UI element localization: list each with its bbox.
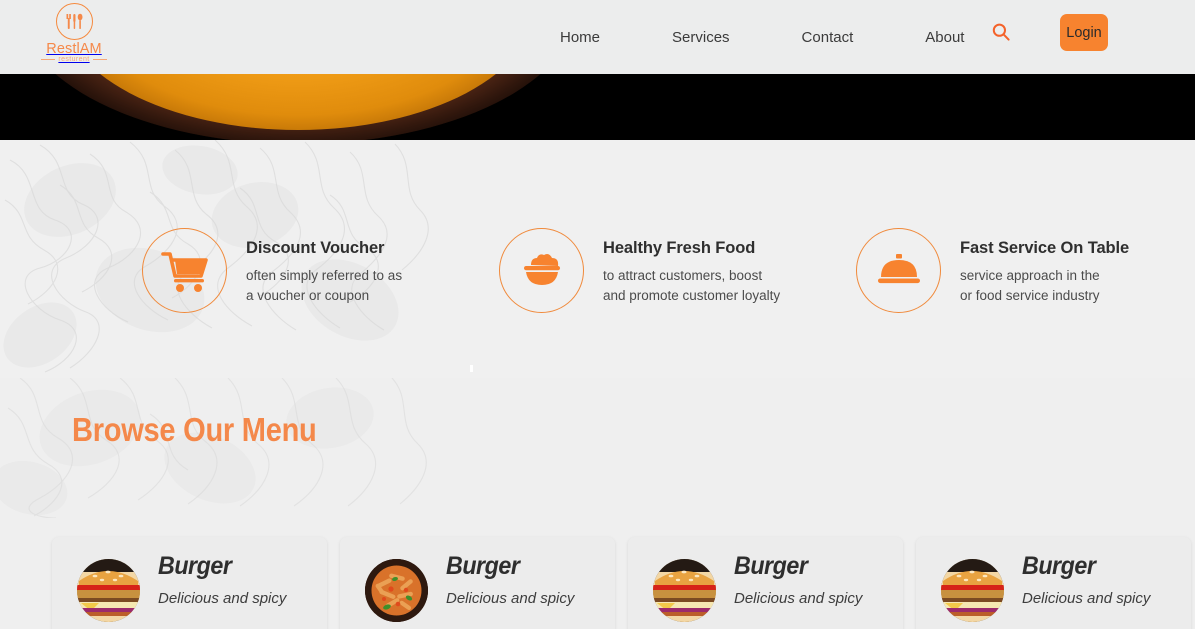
nav-item-home[interactable]: Home	[560, 29, 600, 46]
menu-card-description: Delicious and spicy	[734, 590, 863, 607]
menu-card-description: Delicious and spicy	[1022, 590, 1151, 607]
main-navigation: Home Services Contact About	[560, 0, 964, 74]
nav-item-about[interactable]: About	[925, 29, 964, 46]
feature-text-block: Healthy Fresh Food to attract customers,…	[603, 226, 780, 306]
features-section: Discount Voucher often simply referred t…	[0, 140, 1195, 378]
menu-card[interactable]: Burger Delicious and spicy	[52, 537, 327, 629]
burger-image	[941, 559, 1004, 622]
feature-card-discount-voucher[interactable]: Discount Voucher often simply referred t…	[142, 226, 402, 313]
hero-banner	[0, 74, 1195, 140]
utensils-icon	[55, 3, 93, 40]
menu-card-body: Burger Delicious and spicy	[158, 551, 286, 609]
menu-card-title: Burger	[1022, 552, 1096, 580]
feature-description-line1: service approach in the	[960, 268, 1100, 283]
menu-cards-row: Burger Delicious and spicy Burger Delici…	[0, 537, 1195, 629]
browse-menu-heading: Browse Our Menu	[72, 411, 317, 448]
menu-card-description: Delicious and spicy	[158, 590, 287, 607]
feature-title: Healthy Fresh Food	[603, 239, 756, 257]
logo-brand-name: RestlAM	[46, 41, 102, 57]
feature-divider	[470, 365, 473, 378]
menu-card[interactable]: Burger Delicious and spicy	[340, 537, 615, 629]
site-logo[interactable]: RestlAM resturent	[38, 3, 110, 63]
feature-title: Discount Voucher	[246, 239, 385, 257]
menu-card-title: Burger	[158, 552, 232, 580]
menu-card-title: Burger	[734, 552, 808, 580]
logo-tagline: resturent	[41, 56, 106, 63]
shopping-cart-icon	[142, 228, 227, 313]
features-row: Discount Voucher often simply referred t…	[0, 140, 1195, 378]
site-header: RestlAM resturent Home Services Contact …	[0, 0, 1195, 74]
pasta-bowl-image	[365, 559, 428, 622]
feature-title: Fast Service On Table	[960, 239, 1130, 257]
burger-image	[653, 559, 716, 622]
serving-dome-icon	[856, 228, 941, 313]
menu-card-title: Burger	[446, 552, 520, 580]
menu-card-body: Burger Delicious and spicy	[1022, 551, 1150, 609]
login-button[interactable]: Login	[1060, 14, 1108, 51]
browse-menu-section: Browse Our Menu Burger Delicious and spi…	[0, 378, 1195, 629]
feature-card-healthy-fresh-food[interactable]: Healthy Fresh Food to attract customers,…	[499, 226, 780, 313]
nav-item-contact[interactable]: Contact	[802, 29, 854, 46]
feature-description-line2: and promote customer loyalty	[603, 288, 781, 303]
menu-card-description: Delicious and spicy	[446, 590, 575, 607]
restaurant-landing-page: RestlAM resturent Home Services Contact …	[0, 0, 1195, 629]
burger-image	[77, 559, 140, 622]
feature-description-line2: or food service industry	[960, 288, 1100, 303]
search-icon[interactable]	[991, 22, 1011, 42]
menu-card-body: Burger Delicious and spicy	[446, 551, 574, 609]
menu-card[interactable]: Burger Delicious and spicy	[916, 537, 1191, 629]
menu-card-body: Burger Delicious and spicy	[734, 551, 862, 609]
feature-text-block: Fast Service On Table service approach i…	[960, 226, 1129, 306]
menu-card[interactable]: Burger Delicious and spicy	[628, 537, 903, 629]
nav-item-services[interactable]: Services	[672, 29, 730, 46]
feature-text-block: Discount Voucher often simply referred t…	[246, 226, 402, 306]
rice-bowl-icon	[499, 228, 584, 313]
feature-description-line1: often simply referred to as	[246, 268, 403, 283]
feature-card-fast-service-on-table[interactable]: Fast Service On Table service approach i…	[856, 226, 1129, 313]
feature-description-line2: a voucher or coupon	[246, 288, 370, 303]
feature-description-line1: to attract customers, boost	[603, 268, 763, 283]
